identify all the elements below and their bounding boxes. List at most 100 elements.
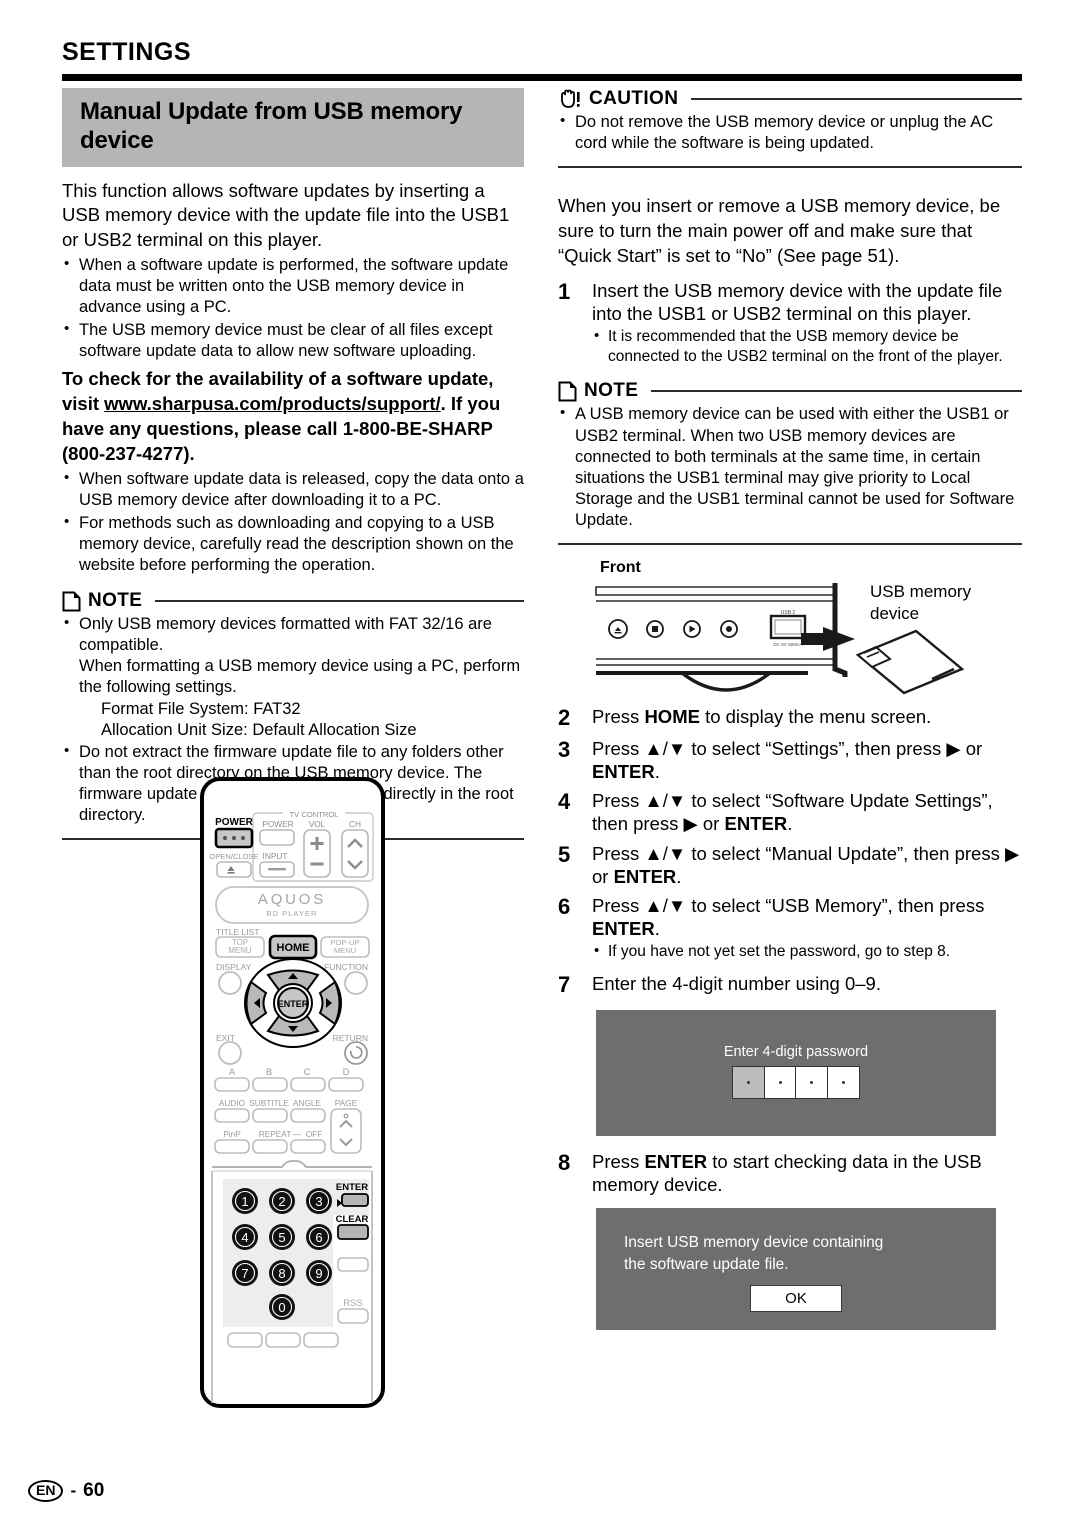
- note-bullet-text: Only USB memory devices formatted with F…: [79, 615, 492, 655]
- ok-button[interactable]: OK: [750, 1285, 842, 1313]
- note-end-rule: [558, 543, 1022, 546]
- step-item: 1 Insert the USB memory device with the …: [558, 279, 1022, 367]
- step-item: 6 Press ▲/▼ to select “USB Memory”, then…: [558, 894, 1022, 962]
- svg-text:B: B: [266, 1067, 272, 1078]
- digit-dot: [778, 1080, 782, 1084]
- step-text: Press ▲/▼ to select “Settings”, then pre…: [592, 737, 1022, 783]
- list-item: If you have not yet set the password, go…: [592, 941, 1022, 962]
- brand-sublabel: BD PLAYER: [266, 909, 317, 918]
- note-rule: [155, 600, 524, 603]
- step-number: 6: [558, 893, 571, 919]
- svg-text:PinP: PinP: [223, 1129, 241, 1139]
- step-keyword: ENTER: [644, 1150, 708, 1172]
- svg-text:A: A: [229, 1067, 236, 1078]
- password-digit-3[interactable]: [795, 1065, 829, 1099]
- caution-rule: [691, 98, 1022, 100]
- step-number: 4: [558, 789, 571, 815]
- step-text-post: .: [676, 865, 682, 887]
- home-button-label: HOME: [277, 942, 310, 954]
- page-title: SETTINGS: [62, 38, 192, 66]
- step-text: Press ENTER to start checking data in th…: [592, 1150, 1022, 1196]
- caution-list: Do not remove the USB memory device or u…: [558, 111, 1022, 154]
- svg-text:MENU: MENU: [334, 946, 356, 955]
- osd-message-screen: Insert USB memory device containing the …: [596, 1208, 996, 1331]
- password-digit-4[interactable]: [826, 1065, 860, 1099]
- step-text-post: .: [654, 761, 660, 783]
- osd-message-line-1: Insert USB memory device containing: [624, 1234, 884, 1252]
- password-digit-1[interactable]: [732, 1065, 766, 1099]
- caution-box: CAUTION Do not remove the USB memory dev…: [558, 88, 1022, 169]
- note-page-icon: [62, 591, 81, 612]
- caution-end-rule: [558, 166, 1022, 169]
- svg-text:9: 9: [315, 1266, 322, 1281]
- hand-caution-icon: [561, 89, 580, 108]
- step-item: 3 Press ▲/▼ to select “Settings”, then p…: [558, 737, 1022, 783]
- rss-label: RSS: [343, 1298, 363, 1309]
- step-text: Press ▲/▼ to select “USB Memory”, then p…: [592, 894, 1022, 962]
- note-heading: NOTE: [558, 380, 1022, 402]
- return-label: RETURN: [333, 1033, 368, 1043]
- after-bullet-list: When software update data is released, c…: [62, 468, 524, 577]
- note-sub-paragraph: When formatting a USB memory device usin…: [79, 657, 521, 697]
- password-field-group[interactable]: [596, 1065, 996, 1099]
- brand-label: AQUOS: [258, 891, 326, 908]
- step-body: Insert the USB memory device with the up…: [592, 279, 1003, 324]
- caution-label: CAUTION: [589, 88, 679, 109]
- step-item: 7 Enter the 4-digit number using 0–9.: [558, 972, 1022, 998]
- intro-bullet-list: When a software update is performed, the…: [62, 254, 524, 363]
- note-label: NOTE: [88, 590, 143, 612]
- step-text-pre: Press ▲/▼ to select “Settings”, then pre…: [592, 738, 983, 760]
- step-text: Press ▲/▼ to select “Software Update Set…: [592, 789, 1022, 835]
- list-item: It is recommended that the USB memory de…: [592, 326, 1022, 367]
- page-header: SETTINGS: [62, 38, 1022, 81]
- steps-group-2: 2 Press HOME to display the menu screen.…: [558, 705, 1022, 998]
- step-text-pre: Press: [592, 1150, 645, 1172]
- svg-text:4: 4: [241, 1230, 248, 1245]
- step-keyword: ENTER: [592, 917, 655, 939]
- tv-control-label: TV CONTROL: [290, 810, 339, 819]
- display-label: DISPLAY: [216, 962, 252, 972]
- digit-dot: [747, 1080, 751, 1084]
- left-column: Manual Update from USB memory device Thi…: [62, 88, 524, 841]
- svg-text:SUBTITLE: SUBTITLE: [249, 1098, 289, 1108]
- step-text-post: .: [787, 813, 793, 835]
- right-note-box: NOTE A USB memory device can be used wit…: [558, 380, 1022, 546]
- svg-text:CH: CH: [349, 819, 361, 829]
- svg-text:—: —: [293, 1129, 302, 1139]
- side-clear-label: CLEAR: [336, 1214, 369, 1225]
- step-number: 8: [558, 1149, 571, 1175]
- note-rule: [651, 390, 1022, 393]
- front-panel-diagram: Front USB memory device USB 2 DC 5V 500m…: [558, 559, 1022, 699]
- list-item: Do not remove the USB memory device or u…: [558, 111, 1022, 154]
- open-close-label: OPEN/CLOSE: [209, 852, 258, 861]
- remote-control-illustration: TV CONTROL POWER OPEN/CLOSE POWER INPUT …: [190, 775, 395, 1410]
- svg-text:MENU: MENU: [229, 946, 252, 955]
- svg-text:3: 3: [315, 1194, 322, 1209]
- function-label: FUNCTION: [324, 962, 368, 972]
- svg-text:VOL: VOL: [309, 819, 326, 829]
- svg-text:8: 8: [278, 1266, 285, 1281]
- header-rule: [62, 74, 1022, 81]
- list-item: A USB memory device can be used with eit…: [558, 403, 1022, 531]
- note-sub-item: Format File System: FAT32: [101, 699, 301, 718]
- step-keyword: ENTER: [724, 813, 788, 835]
- step-number: 1: [558, 278, 571, 304]
- svg-text:5: 5: [278, 1230, 285, 1245]
- side-enter-label: ENTER: [336, 1182, 368, 1193]
- password-digit-2[interactable]: [763, 1065, 797, 1099]
- step-number: 5: [558, 841, 571, 867]
- support-url-link[interactable]: www.sharpusa.com/products/support/: [104, 393, 440, 414]
- list-item: Only USB memory devices formatted with F…: [62, 613, 524, 741]
- footer-dash: -: [70, 1480, 77, 1500]
- digit-dot: [810, 1080, 814, 1084]
- language-badge: EN: [28, 1479, 64, 1502]
- list-item: When software update data is released, c…: [62, 468, 524, 511]
- section-title-band: Manual Update from USB memory device: [62, 88, 524, 167]
- caution-heading: CAUTION: [558, 88, 1022, 110]
- svg-text:REPEAT: REPEAT: [259, 1129, 292, 1139]
- note-page-icon: [558, 381, 577, 402]
- note-sub-item: Allocation Unit Size: Default Allocation…: [101, 720, 417, 739]
- step-bullets: It is recommended that the USB memory de…: [592, 326, 1022, 367]
- step-text-post: .: [654, 917, 660, 939]
- usb-stick-icon: [855, 629, 965, 695]
